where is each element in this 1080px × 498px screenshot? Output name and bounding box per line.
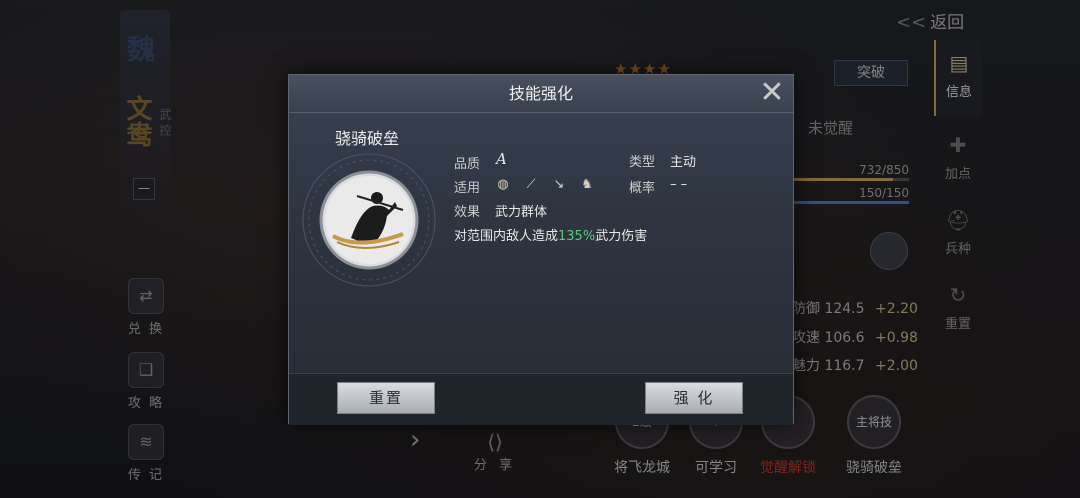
skill-emblem-icon (302, 153, 436, 287)
apply-label: 适用 (454, 181, 481, 196)
skill-name: 骁骑破垒 (335, 129, 400, 148)
quality-label: 品质 (454, 157, 481, 172)
type-value: 主动 (670, 155, 697, 170)
description-percent: 135% (558, 229, 596, 244)
chance-label: 概率 (629, 181, 656, 196)
quality-value: A (496, 150, 507, 168)
horse-icon: ♞ (581, 177, 593, 192)
description-suffix: 武力伤害 (595, 229, 648, 244)
dialog-title: 技能强化 (508, 84, 573, 103)
skill-enhance-dialog: 技能强化 ✕ 骁骑破垒 品质 A 类型 主动 适用 ◍ ⟋ ↘ ♞ 概率 – –… (288, 74, 794, 425)
reset-button[interactable]: 重置 (337, 382, 435, 414)
close-icon[interactable]: ✕ (755, 77, 789, 111)
skill-description: 对范围内敌人造成135%武力伤害 (454, 225, 647, 244)
type-label: 类型 (629, 155, 656, 170)
enhance-button[interactable]: 强 化 (645, 382, 743, 414)
shield-icon: ◍ (497, 177, 509, 192)
bow-icon: ⟋ (526, 177, 536, 192)
description-prefix: 对范围内敌人造成 (454, 229, 559, 244)
spear-icon: ↘ (553, 177, 565, 192)
effect-label: 效果 (454, 205, 481, 220)
chance-value: – – (670, 177, 688, 192)
effect-value: 武力群体 (495, 205, 548, 220)
